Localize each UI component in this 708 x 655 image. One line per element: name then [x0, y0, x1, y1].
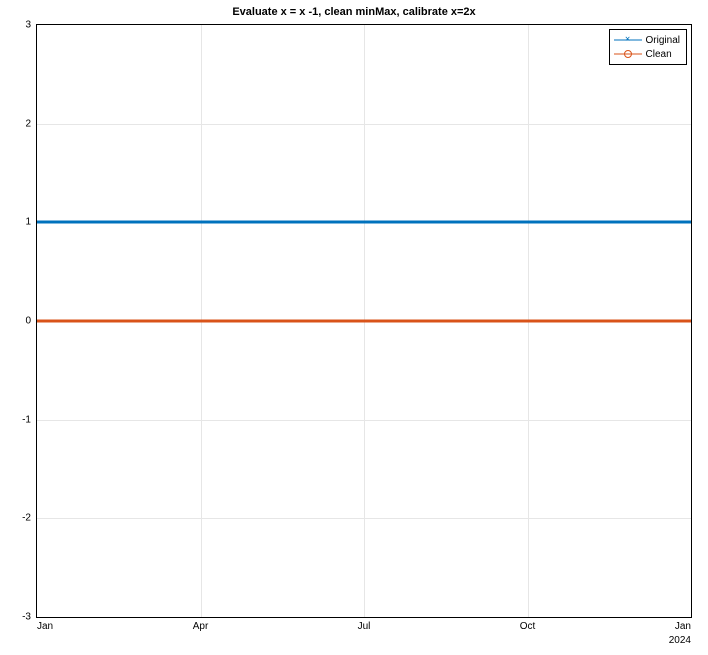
legend-label: Clean	[646, 49, 672, 60]
y-tick-label: -1	[22, 414, 31, 425]
legend: × Original Clean	[609, 29, 687, 65]
series-clean	[37, 320, 691, 323]
x-tick-label: Jan	[675, 621, 691, 632]
y-tick-label: -3	[22, 612, 31, 623]
x-marker-icon: ×	[625, 36, 630, 45]
chart-figure: Evaluate x = x -1, clean minMax, calibra…	[0, 0, 708, 655]
y-tick-label: 3	[25, 20, 31, 31]
x-tick-label: Apr	[193, 621, 209, 632]
y-tick-label: 2	[25, 118, 31, 129]
chart-axes: Jan Apr Jul Oct Jan -3 -2 -1 0 1 2 3 202…	[36, 24, 692, 618]
y-tick-label: -2	[22, 513, 31, 524]
gridline-h	[37, 518, 691, 519]
x-tick-label: Oct	[520, 621, 536, 632]
gridline-h	[37, 420, 691, 421]
legend-item-clean: Clean	[614, 47, 680, 61]
x-year-label: 2024	[669, 635, 691, 646]
x-tick-label: Jul	[358, 621, 371, 632]
o-marker-icon	[624, 50, 632, 58]
chart-title: Evaluate x = x -1, clean minMax, calibra…	[0, 6, 708, 18]
x-tick-label: Jan	[37, 621, 53, 632]
legend-label: Original	[646, 35, 680, 46]
y-tick-label: 0	[25, 316, 31, 327]
gridline-h	[37, 124, 691, 125]
legend-swatch-clean	[614, 49, 642, 59]
y-tick-label: 1	[25, 217, 31, 228]
series-original	[37, 221, 691, 224]
legend-item-original: × Original	[614, 33, 680, 47]
legend-swatch-original: ×	[614, 35, 642, 45]
